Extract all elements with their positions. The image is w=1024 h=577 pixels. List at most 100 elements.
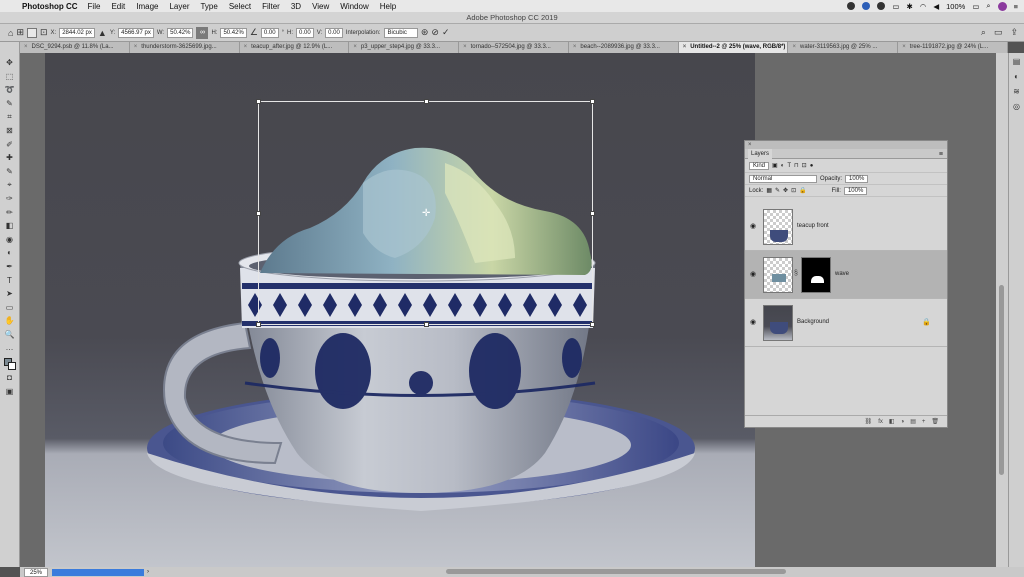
panel-menu-icon[interactable]: ≡ xyxy=(939,150,943,160)
lock-transparent-icon[interactable]: ▦ xyxy=(766,187,772,194)
close-tab-icon[interactable]: × xyxy=(24,44,28,50)
crop-tool-icon[interactable]: ⌗ xyxy=(3,110,17,124)
y-field[interactable]: 4566.97 px xyxy=(118,27,154,38)
app-menu[interactable]: Photoshop CC xyxy=(22,2,78,11)
layer-name[interactable]: wave xyxy=(835,271,849,277)
menu-edit[interactable]: Edit xyxy=(111,2,125,11)
document-tab[interactable]: × thunderstorm-3625699.jpg... xyxy=(130,42,240,53)
lock-artboard-icon[interactable]: ⊡ xyxy=(791,187,796,194)
path-select-tool-icon[interactable]: ➤ xyxy=(3,287,17,301)
history-brush-tool-icon[interactable]: ✑ xyxy=(3,192,17,206)
wifi-icon[interactable]: ◠ xyxy=(920,2,927,11)
layers-tab[interactable]: Layers xyxy=(748,149,773,159)
share-icon[interactable]: ⇪ xyxy=(1010,27,1018,38)
channels-panel-icon[interactable]: ≋ xyxy=(1013,87,1020,96)
layer-row-wave[interactable]: ◉ § wave xyxy=(745,251,947,299)
close-tab-icon[interactable]: × xyxy=(683,44,687,50)
new-group-icon[interactable]: ▤ xyxy=(910,418,916,425)
transform-handle-top[interactable] xyxy=(424,99,429,104)
move-tool-preset-icon[interactable]: ⊞ xyxy=(16,27,24,38)
fill-field[interactable]: 100% xyxy=(843,186,868,195)
hand-tool-icon[interactable]: ✋ xyxy=(3,314,17,328)
filter-kind-select[interactable]: Kind xyxy=(749,161,770,170)
close-tab-icon[interactable]: × xyxy=(792,44,796,50)
layer-style-icon[interactable]: fx xyxy=(878,419,883,425)
document-tab[interactable]: × p3_upper_step4.jpg @ 33.3... xyxy=(349,42,460,53)
menu-layer[interactable]: Layer xyxy=(169,2,189,11)
height-field[interactable]: 50.42% xyxy=(220,27,247,38)
dodge-tool-icon[interactable]: ◐ xyxy=(3,246,17,260)
screen-mode-icon[interactable]: ▣ xyxy=(3,385,17,399)
filter-type-icon[interactable]: T xyxy=(787,163,791,169)
menu-window[interactable]: Window xyxy=(340,2,368,11)
add-mask-icon[interactable]: ◧ xyxy=(889,418,895,425)
transform-handle-right[interactable] xyxy=(590,211,595,216)
link-icon[interactable]: ∞ xyxy=(196,26,209,39)
menu-filter[interactable]: Filter xyxy=(262,2,280,11)
visibility-eye-icon[interactable]: ◉ xyxy=(750,318,756,326)
new-layer-icon[interactable]: + xyxy=(922,419,926,425)
rectangle-tool-icon[interactable]: ▭ xyxy=(3,301,17,315)
menu-list-icon[interactable]: ≡ xyxy=(1014,2,1018,11)
workspace-icon[interactable]: ▭ xyxy=(994,27,1003,38)
vertical-scroll-thumb[interactable] xyxy=(999,285,1004,475)
link-layers-icon[interactable]: ⛓ xyxy=(865,418,873,425)
x-field[interactable]: 2844.02 px xyxy=(59,27,95,38)
adjustments-panel-icon[interactable]: ◐ xyxy=(1014,72,1019,81)
transform-handle-top-left[interactable] xyxy=(256,99,261,104)
free-transform-box[interactable]: ✛ xyxy=(256,99,595,327)
eraser-tool-icon[interactable]: ✏ xyxy=(3,206,17,220)
blur-tool-icon[interactable]: ◉ xyxy=(3,233,17,247)
color-swatches[interactable] xyxy=(3,357,17,371)
layer-name[interactable]: teacup front xyxy=(797,223,829,229)
frame-tool-icon[interactable]: ⊠ xyxy=(3,124,17,138)
document-tab[interactable]: × water-3119563.jpg @ 25% ... xyxy=(788,42,899,53)
search-icon[interactable]: ⌕ xyxy=(981,27,986,38)
filter-adjustment-icon[interactable]: ◐ xyxy=(781,163,785,169)
width-field[interactable]: 50.42% xyxy=(167,27,194,38)
close-tab-icon[interactable]: × xyxy=(573,44,577,50)
background-color[interactable] xyxy=(7,362,16,371)
transform-handle-top-right[interactable] xyxy=(590,99,595,104)
layer-row-teacup-front[interactable]: ◉ teacup front xyxy=(745,203,947,251)
vertical-scrollbar[interactable] xyxy=(996,53,1008,567)
opacity-field[interactable]: 100% xyxy=(845,174,869,183)
transform-handle-bottom-right[interactable] xyxy=(590,322,595,327)
quick-select-tool-icon[interactable]: ✎ xyxy=(3,97,17,111)
display-icon[interactable]: ▭ xyxy=(892,2,899,11)
home-icon[interactable]: ⌂ xyxy=(8,28,13,38)
filter-toggle-icon[interactable]: ● xyxy=(810,163,814,169)
gradient-tool-icon[interactable]: ◧ xyxy=(3,219,17,233)
volume-icon[interactable]: ◀ xyxy=(933,2,939,11)
status-arrow-icon[interactable]: › xyxy=(147,569,149,575)
menu-type[interactable]: Type xyxy=(200,2,217,11)
menu-view[interactable]: View xyxy=(312,2,329,11)
stamp-tool-icon[interactable]: ⌖ xyxy=(3,178,17,192)
layer-mask-thumbnail[interactable] xyxy=(801,257,831,293)
brush-tool-icon[interactable]: ✎ xyxy=(3,165,17,179)
visibility-eye-icon[interactable]: ◉ xyxy=(750,222,756,230)
transform-handle-bottom-left[interactable] xyxy=(256,322,261,327)
document-tab[interactable]: × Untitled--2 @ 25% (wave, RGB/8*) * xyxy=(678,42,789,53)
document-tab[interactable]: × DSC_9294.psb @ 11.8% (La... xyxy=(20,42,130,53)
healing-tool-icon[interactable]: ✚ xyxy=(3,151,17,165)
delete-layer-icon[interactable]: 🗑 xyxy=(931,418,939,425)
horizontal-scroll-thumb[interactable] xyxy=(446,569,786,574)
eyedropper-tool-icon[interactable]: ✐ xyxy=(3,138,17,152)
close-tab-icon[interactable]: × xyxy=(134,44,138,50)
document-tab[interactable]: × tornado--572504.jpg @ 33.3... xyxy=(459,42,569,53)
filter-shape-icon[interactable]: ⊓ xyxy=(794,162,799,169)
lock-brush-icon[interactable]: ✎ xyxy=(775,187,780,194)
bluetooth-icon[interactable]: ✱ xyxy=(907,2,913,11)
zoom-field[interactable]: 25% xyxy=(24,567,49,577)
pen-tool-icon[interactable]: ✒ xyxy=(3,260,17,274)
user-avatar[interactable] xyxy=(997,1,1007,11)
document-canvas[interactable]: ✛ xyxy=(45,53,755,567)
skew-h-field[interactable]: 0.00 xyxy=(296,27,314,38)
close-tab-icon[interactable]: × xyxy=(463,44,467,50)
transform-handle-bottom[interactable] xyxy=(424,322,429,327)
location-icon[interactable] xyxy=(862,2,871,10)
menu-image[interactable]: Image xyxy=(136,2,158,11)
transform-center-icon[interactable]: ✛ xyxy=(422,209,430,219)
document-tab[interactable]: × teacup_after.jpg @ 12.9% (L... xyxy=(240,42,350,53)
